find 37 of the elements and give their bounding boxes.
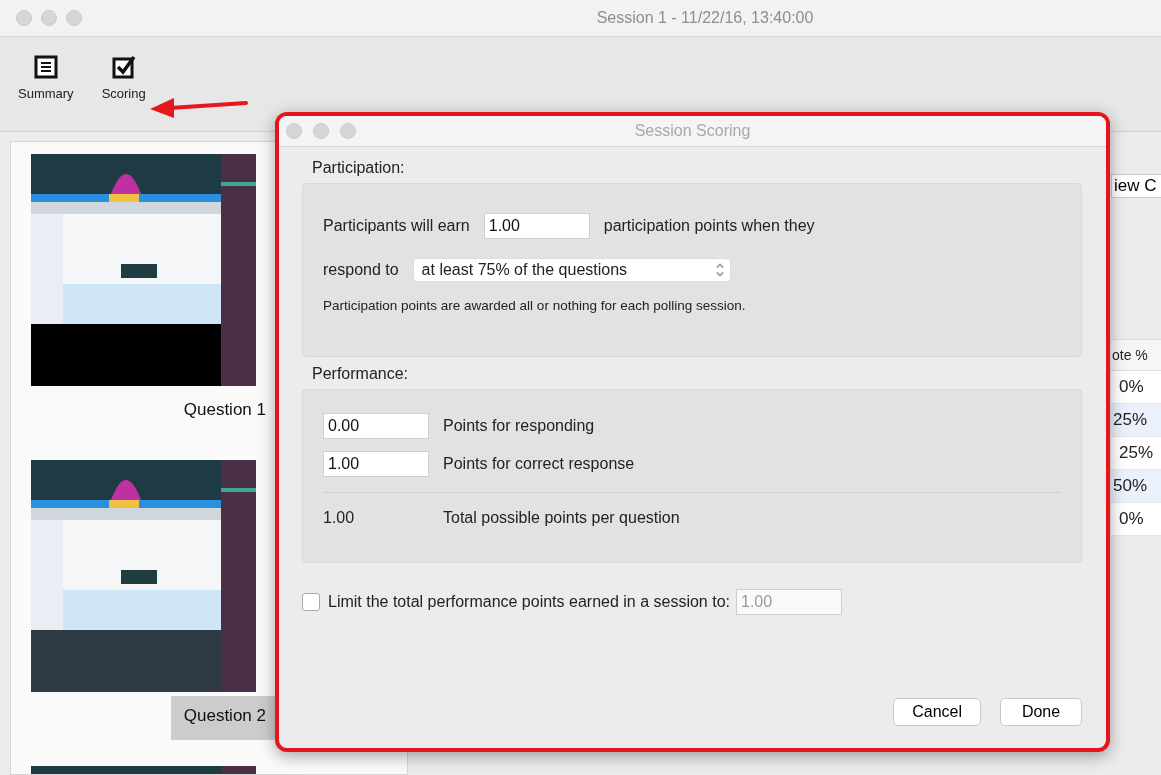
table-cell: 0% (1111, 503, 1161, 536)
field-label: Points for responding (443, 417, 595, 435)
window-control[interactable] (286, 123, 302, 139)
field-label: Participants will earn (323, 217, 470, 235)
points-field[interactable]: 1.00 (323, 451, 429, 477)
note-text: Participation points are awarded all or nothing for each polling session. (323, 298, 747, 313)
checkbox-icon (111, 55, 136, 79)
window-control[interactable] (41, 10, 57, 26)
section-heading: Participation: (312, 159, 406, 177)
section-heading: Performance: (312, 365, 410, 383)
window-control[interactable] (340, 123, 356, 139)
summary-button[interactable]: Summary (14, 51, 78, 105)
field-label: respond to (323, 261, 399, 279)
window-control[interactable] (313, 123, 329, 139)
done-button[interactable]: Done (1000, 698, 1082, 726)
slide-label[interactable]: Question 1 (171, 390, 276, 434)
scoring-button[interactable]: Scoring (97, 51, 150, 105)
list-icon (33, 55, 58, 79)
table-cell: 25% (1111, 404, 1161, 437)
window-control[interactable] (16, 10, 32, 26)
window-control[interactable] (66, 10, 82, 26)
slide-label[interactable]: Question 2 (171, 696, 276, 740)
respond-dropdown[interactable]: at least 75% of the questions (412, 258, 731, 282)
checkbox-label: Limit the total performance points earned in a session to: (328, 593, 730, 611)
table-cell: 50% (1111, 470, 1161, 503)
dialog-title: Session Scoring (633, 122, 752, 140)
points-field[interactable]: 1.00 (483, 213, 590, 239)
points-field[interactable]: 0.00 (323, 413, 429, 439)
stepper-icon (713, 261, 726, 279)
window-title: Session 1 - 11/22/16, 13:40:00 (595, 9, 815, 27)
field-label: Points for correct response (443, 455, 635, 473)
view-button[interactable]: iew C (1111, 174, 1161, 198)
field-label: Total possible points per question (443, 509, 680, 527)
total-value: 1.00 (323, 509, 356, 527)
cancel-button[interactable]: Cancel (893, 698, 981, 726)
column-header: ote % (1111, 339, 1161, 371)
field-label: participation points when they (603, 217, 815, 235)
